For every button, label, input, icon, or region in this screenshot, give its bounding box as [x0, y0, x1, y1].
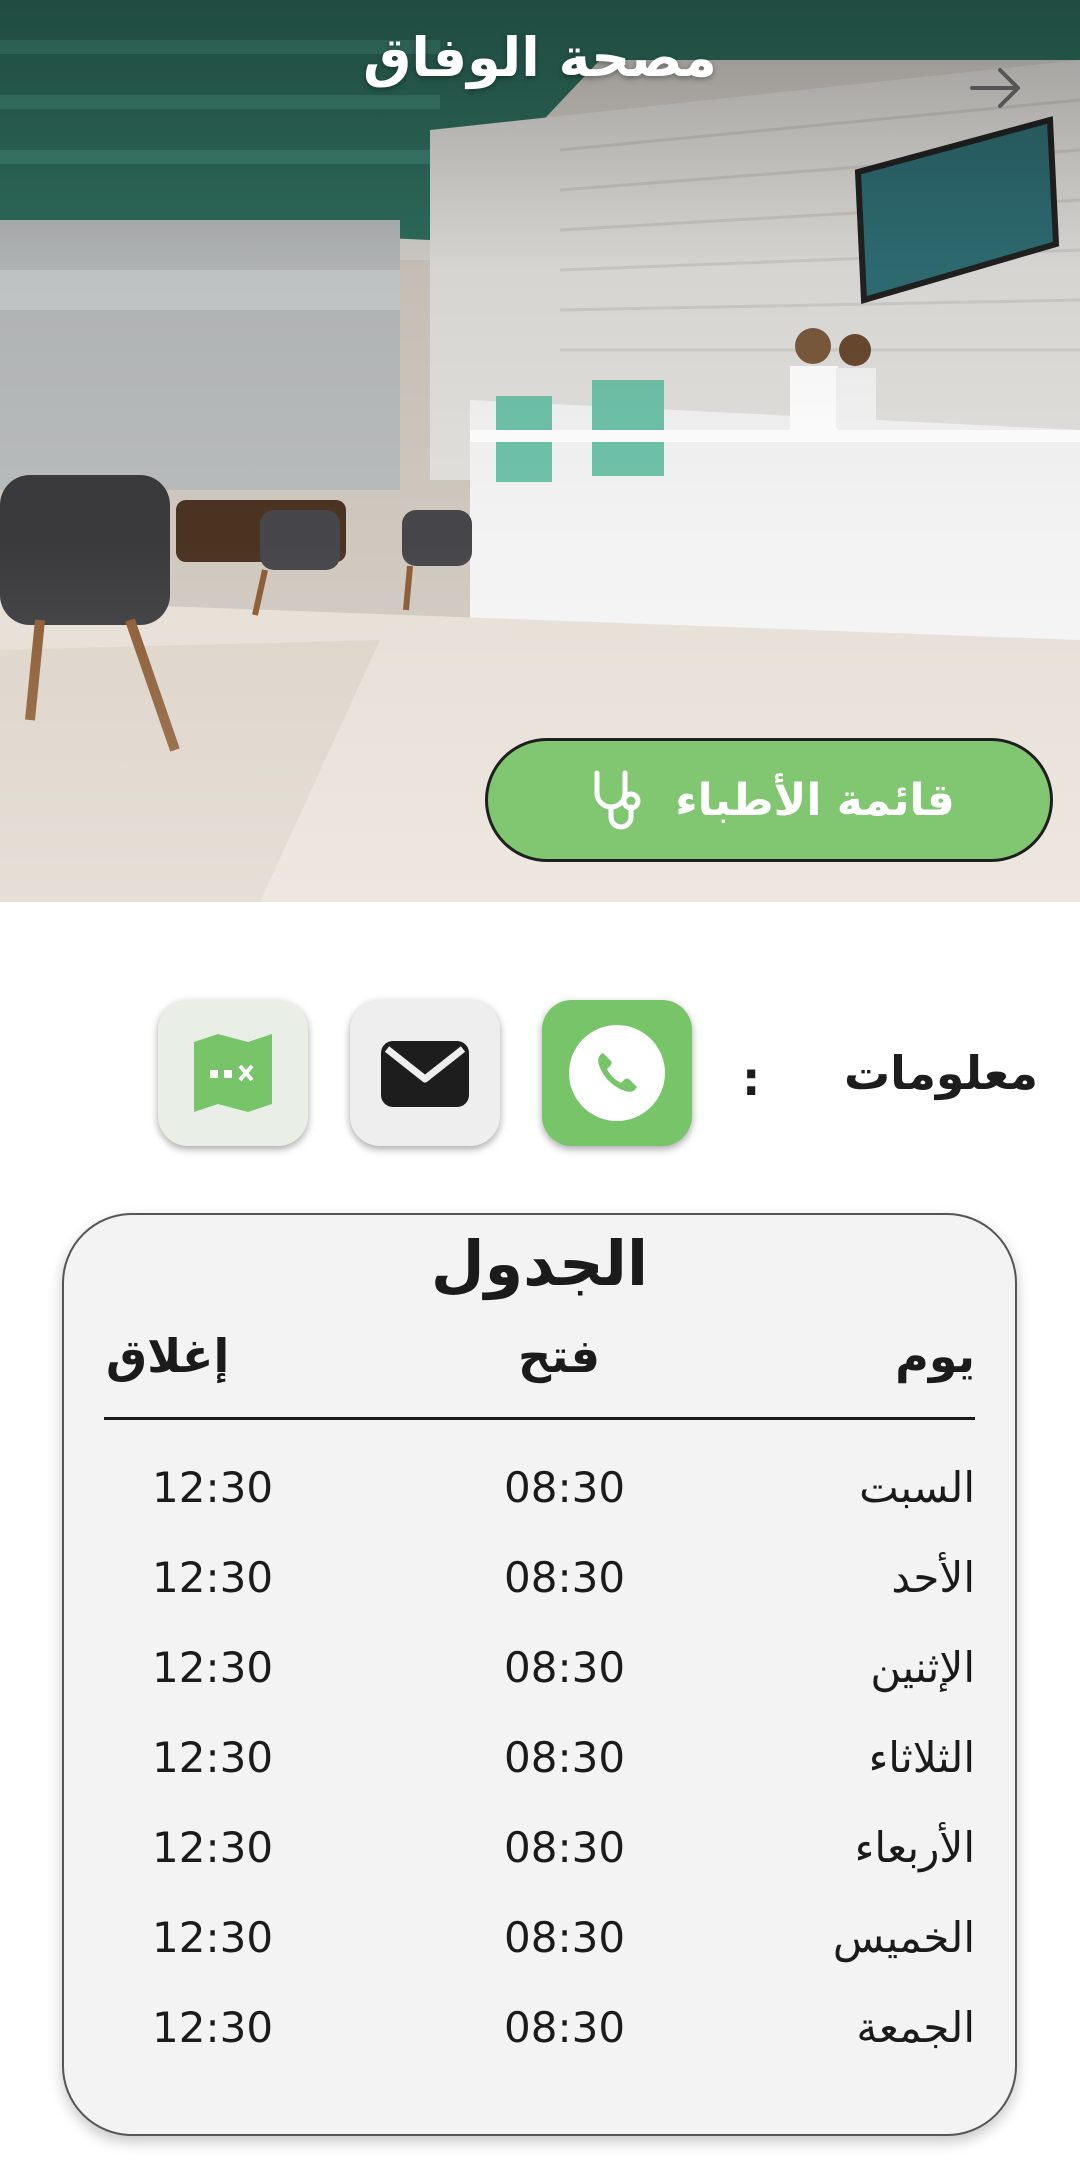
stethoscope-icon — [594, 770, 641, 830]
row-open-time: 08:30 — [504, 1553, 626, 1602]
row-open-time: 08:30 — [504, 1463, 626, 1512]
back-button[interactable] — [960, 52, 1032, 124]
phone-icon — [569, 1025, 665, 1121]
schedule-row: الخميس 08:30 12:30 — [64, 1913, 1015, 2003]
schedule-row: السبت 08:30 12:30 — [64, 1463, 1015, 1553]
hero-banner: مصحة الوفاق قائمة الأطباء — [0, 0, 1080, 902]
row-day: الأحد — [891, 1553, 975, 1602]
schedule-title: الجدول — [430, 1227, 649, 1300]
row-day: السبت — [859, 1463, 975, 1512]
row-close-time: 12:30 — [152, 1823, 274, 1872]
info-label: معلومات — [843, 1046, 1038, 1100]
header-divider — [104, 1417, 975, 1420]
row-close-time: 12:30 — [152, 1463, 274, 1512]
column-header-close: إغلاق — [106, 1329, 230, 1383]
schedule-card: الجدول يوم فتح إغلاق السبت 08:30 12:30 ا… — [62, 1213, 1017, 2136]
schedule-row: الثلاثاء 08:30 12:30 — [64, 1733, 1015, 1823]
row-open-time: 08:30 — [504, 1733, 626, 1782]
row-day: الأربعاء — [854, 1823, 975, 1872]
row-close-time: 12:30 — [152, 1913, 274, 1962]
column-header-day: يوم — [895, 1329, 975, 1383]
schedule-row: الجمعة 08:30 12:30 — [64, 2003, 1015, 2093]
column-header-open: فتح — [518, 1329, 601, 1383]
call-button[interactable] — [542, 1000, 692, 1146]
map-icon — [194, 1034, 272, 1112]
row-day: الثلاثاء — [868, 1733, 975, 1782]
row-open-time: 08:30 — [504, 1823, 626, 1872]
page-title: مصحة الوفاق — [363, 26, 717, 89]
schedule-row: الأحد 08:30 12:30 — [64, 1553, 1015, 1643]
map-button[interactable] — [158, 1000, 308, 1146]
info-separator: : — [742, 1052, 761, 1106]
schedule-row: الأربعاء 08:30 12:30 — [64, 1823, 1015, 1913]
row-close-time: 12:30 — [152, 1553, 274, 1602]
row-day: الجمعة — [856, 2003, 975, 2052]
row-close-time: 12:30 — [152, 2003, 274, 2052]
mail-icon — [381, 1041, 469, 1107]
row-day: الخميس — [832, 1913, 975, 1962]
row-close-time: 12:30 — [152, 1643, 274, 1692]
schedule-row: الإثنين 08:30 12:30 — [64, 1643, 1015, 1733]
arrow-right-icon — [970, 68, 1020, 108]
row-open-time: 08:30 — [504, 1913, 626, 1962]
row-open-time: 08:30 — [504, 1643, 626, 1692]
email-button[interactable] — [350, 1000, 500, 1146]
row-open-time: 08:30 — [504, 2003, 626, 2052]
row-day: الإثنين — [870, 1643, 975, 1692]
doctors-list-button[interactable]: قائمة الأطباء — [485, 738, 1053, 862]
doctors-list-label: قائمة الأطباء — [675, 774, 955, 826]
row-close-time: 12:30 — [152, 1733, 274, 1782]
